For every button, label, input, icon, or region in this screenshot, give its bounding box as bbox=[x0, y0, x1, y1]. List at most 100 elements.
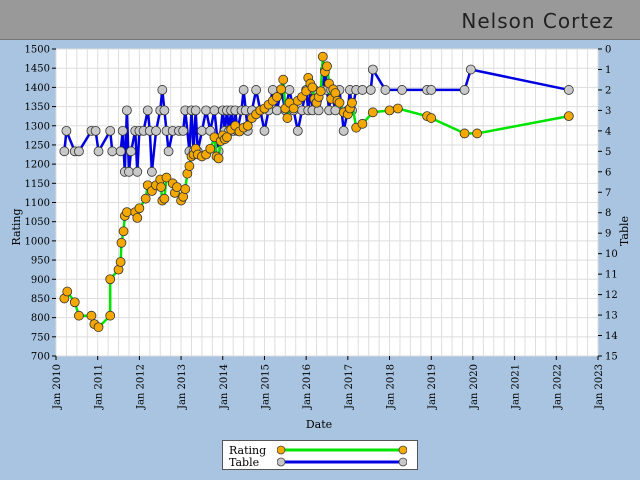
rating-series-point bbox=[459, 128, 470, 139]
y2-tick-label: 11 bbox=[605, 270, 618, 281]
y-tick-label: 850 bbox=[31, 294, 50, 305]
rating-series-point bbox=[392, 103, 403, 114]
rating-series-point bbox=[105, 274, 116, 285]
rating-series-point bbox=[93, 322, 104, 333]
rating-series-point bbox=[384, 105, 395, 116]
table-series-point bbox=[197, 125, 207, 136]
x-axis-title: Date bbox=[306, 418, 332, 431]
rating-series-point bbox=[347, 97, 357, 108]
y-tick-label: 1150 bbox=[25, 179, 50, 190]
y-tick-label: 750 bbox=[31, 332, 50, 343]
y2-tick-label: 7 bbox=[605, 188, 611, 199]
x-tick-label: Jan 2017 bbox=[344, 364, 355, 410]
table-series-point bbox=[163, 146, 174, 157]
rating-series-point bbox=[180, 184, 191, 194]
rating-series-point bbox=[69, 297, 80, 308]
rating-series-point bbox=[317, 51, 328, 62]
table-series-point bbox=[201, 105, 211, 116]
legend-rating-swatch bbox=[277, 445, 407, 455]
x-tick-label: Jan 2016 bbox=[302, 364, 313, 410]
table-series-point bbox=[380, 85, 391, 95]
y-tick-label: 1000 bbox=[25, 236, 50, 247]
rating-series-point bbox=[172, 182, 182, 193]
y2-tick-label: 13 bbox=[605, 311, 618, 322]
rating-series-point bbox=[334, 97, 345, 108]
table-series-point bbox=[117, 125, 128, 136]
table-series-point bbox=[259, 125, 270, 136]
y2-tick-label: 12 bbox=[605, 290, 618, 301]
table-series-point bbox=[107, 146, 118, 157]
rating-series-point bbox=[184, 161, 195, 171]
y2-tick-label: 1 bbox=[605, 65, 611, 76]
table-series-point bbox=[338, 125, 349, 136]
table-series-point bbox=[272, 105, 282, 116]
rating-series-point bbox=[472, 128, 482, 139]
rating-series-point bbox=[367, 107, 378, 118]
rating-series-point bbox=[426, 113, 437, 123]
y-tick-label: 1250 bbox=[25, 140, 50, 151]
rating-series-point bbox=[563, 111, 574, 122]
table-series-point bbox=[146, 166, 157, 177]
x-tick-label: Jan 2011 bbox=[94, 364, 105, 410]
x-tick-label: Jan 2018 bbox=[386, 364, 397, 410]
y2-tick-label: 0 bbox=[605, 45, 611, 56]
table-series-point bbox=[397, 85, 407, 95]
x-tick-label: Jan 2014 bbox=[219, 364, 230, 410]
x-tick-label: Jan 2010 bbox=[52, 364, 63, 410]
table-series-point bbox=[74, 146, 84, 157]
y2-tick-label: 14 bbox=[605, 331, 618, 342]
y-tick-label: 1050 bbox=[25, 217, 50, 228]
rating-series-point bbox=[156, 182, 166, 193]
table-series-point bbox=[365, 85, 376, 95]
x-tick-label: Jan 2022 bbox=[552, 364, 563, 410]
table-series-point bbox=[126, 146, 136, 157]
y-tick-label: 1350 bbox=[25, 102, 50, 113]
y2-tick-label: 6 bbox=[605, 167, 611, 178]
rating-series-point bbox=[205, 143, 216, 154]
table-series-point bbox=[238, 85, 249, 95]
rating-series-point bbox=[74, 310, 84, 321]
legend: Rating Table bbox=[222, 440, 418, 470]
rating-series-point bbox=[115, 257, 126, 267]
y2-tick-label: 2 bbox=[605, 85, 611, 96]
rating-series-point bbox=[86, 310, 97, 321]
rating-series-point bbox=[278, 74, 289, 85]
rating-series-point bbox=[105, 310, 116, 321]
y2-axis-title: Table bbox=[618, 216, 631, 246]
rating-series-point bbox=[315, 86, 326, 97]
legend-table-swatch bbox=[277, 457, 407, 467]
table-series-point bbox=[459, 85, 470, 95]
table-series-point bbox=[105, 125, 116, 136]
table-series-point bbox=[563, 85, 574, 95]
table-series-point bbox=[426, 85, 437, 95]
x-tick-label: Jan 2019 bbox=[427, 364, 438, 410]
x-tick-label: Jan 2013 bbox=[177, 364, 188, 410]
table-series-point bbox=[159, 105, 170, 116]
rating-series-point bbox=[322, 61, 332, 72]
x-tick-label: Jan 2012 bbox=[135, 364, 146, 410]
y2-tick-label: 4 bbox=[605, 126, 611, 137]
legend-table-label: Table bbox=[229, 456, 260, 469]
table-series-point bbox=[292, 125, 303, 136]
y-tick-label: 950 bbox=[31, 256, 50, 267]
y2-tick-label: 3 bbox=[605, 106, 611, 117]
rating-series-point bbox=[357, 118, 368, 129]
y-tick-label: 800 bbox=[31, 313, 50, 324]
x-tick-label: Jan 2021 bbox=[511, 364, 522, 410]
table-series-point bbox=[132, 166, 143, 177]
table-series-point bbox=[142, 105, 153, 116]
table-series-point bbox=[124, 166, 134, 177]
rating-series-point bbox=[282, 113, 293, 123]
y-tick-label: 1300 bbox=[25, 121, 50, 132]
y-axis-title: Rating bbox=[10, 208, 23, 245]
table-series-point bbox=[90, 125, 101, 136]
y2-tick-label: 10 bbox=[605, 249, 618, 260]
y-tick-label: 1100 bbox=[25, 198, 50, 209]
rating-series-point bbox=[213, 153, 224, 164]
rating-series-point bbox=[116, 237, 127, 248]
table-series-point bbox=[357, 85, 368, 95]
rating-series-point bbox=[159, 193, 170, 204]
table-series-point bbox=[209, 105, 220, 116]
table-series-point bbox=[59, 146, 70, 157]
rating-series-point bbox=[140, 193, 151, 204]
